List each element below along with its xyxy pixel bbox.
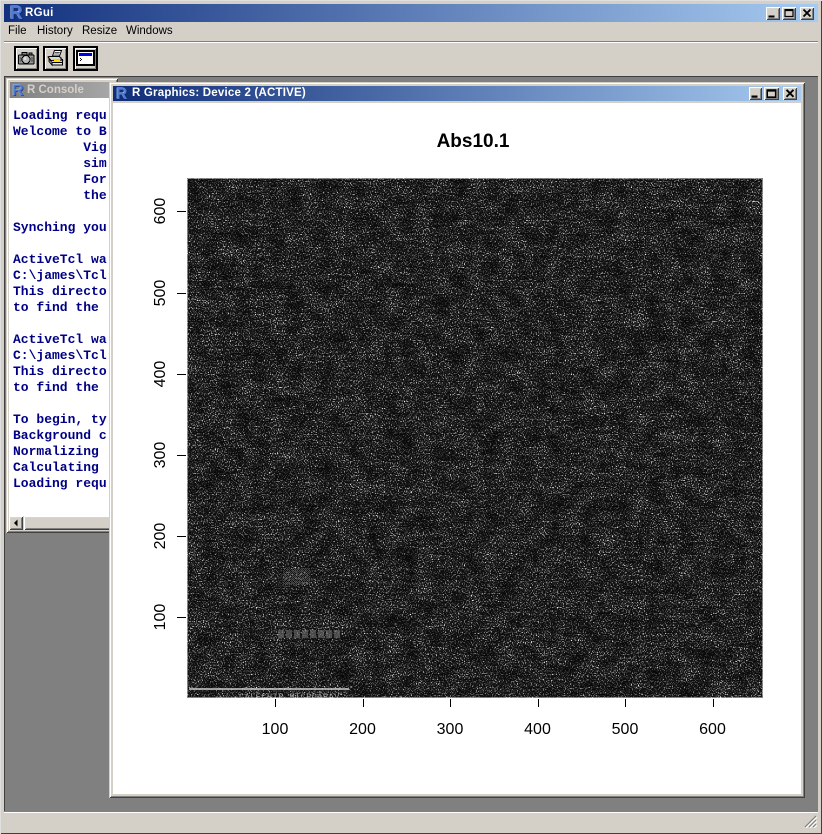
svg-text:R: R [12,82,24,98]
svg-text:R: R [10,4,23,22]
svg-text:R: R [116,86,127,101]
svg-text:CALECHIP MICROARAV: CALECHIP MICROARAV [239,692,340,698]
